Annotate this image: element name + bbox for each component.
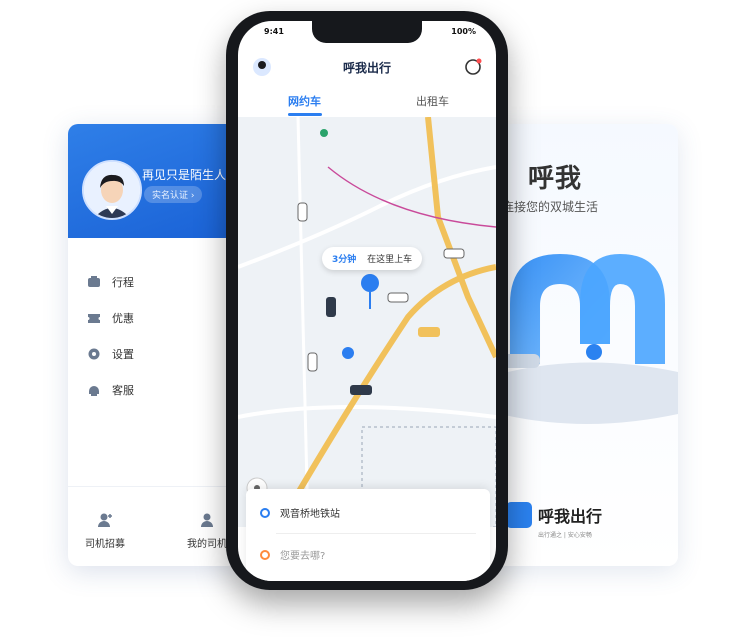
menu-item-label: 客服 <box>112 384 134 397</box>
brand-logo-icon <box>506 502 532 528</box>
phone-notch <box>312 21 422 43</box>
map-canvas <box>238 117 496 527</box>
trip-icon <box>88 276 100 287</box>
splash-subtitle: 连接您的双城生活 <box>502 200 599 214</box>
menu-item-support[interactable]: 客服 <box>86 372 134 408</box>
driver-recruit-label: 司机招募 <box>85 539 125 550</box>
message-icon[interactable] <box>464 58 482 76</box>
brand-name: 呼我出行 <box>538 507 603 526</box>
eta-label: 3分钟 <box>332 255 357 265</box>
my-driver-label: 我的司机 <box>187 539 227 550</box>
destination-dot-icon <box>260 549 270 560</box>
app-title: 呼我出行 <box>342 61 391 75</box>
pickup-location: 观音桥地铁站 <box>280 509 340 520</box>
menu-item-coupons[interactable]: 优惠 <box>86 300 134 336</box>
pickup-hint: 在这里上车 <box>367 255 413 265</box>
avatar-illustration <box>84 162 140 218</box>
avatar[interactable] <box>82 160 142 220</box>
phone-screen: 9:41 100% 呼我出行 网约车 出租车 3分钟 在这里上车 观音桥地铁站 … <box>238 21 496 581</box>
drawer-menu: 行程 优惠 设置 客服 <box>86 264 134 408</box>
menu-item-label: 设置 <box>112 348 134 361</box>
menu-item-settings[interactable]: 设置 <box>86 336 134 372</box>
pickup-pin-icon <box>361 274 379 292</box>
pickup-bubble[interactable]: 3分钟 在这里上车 <box>322 247 423 270</box>
drawer-bottom-row: 司机招募 我的司机 <box>68 486 238 566</box>
menu-item-trips[interactable]: 行程 <box>86 264 134 300</box>
pickup-location-row[interactable]: 观音桥地铁站 <box>260 505 340 520</box>
gear-icon <box>88 348 100 360</box>
brand-u-illustration <box>500 254 678 424</box>
verify-badge[interactable]: 实名认证 › <box>144 186 203 203</box>
menu-item-label: 优惠 <box>112 312 134 325</box>
map-view[interactable]: 3分钟 在这里上车 <box>238 117 496 527</box>
destination-sheet: 观音桥地铁站 您要去哪? <box>246 489 490 581</box>
add-user-icon <box>98 513 112 527</box>
driver-recruit-button[interactable]: 司机招募 <box>70 511 140 550</box>
coupon-icon <box>88 314 100 323</box>
status-battery: 100% <box>451 27 476 36</box>
service-tabs: 网约车 出租车 <box>238 87 496 118</box>
user-icon <box>201 513 213 527</box>
pickup-dot-icon <box>260 507 270 518</box>
tab-ride-hailing[interactable]: 网约车 <box>288 93 321 109</box>
profile-drawer-card: 再见只是陌生人 实名认证 › 行程 优惠 设置 客服 司机招募 我的司机 <box>68 124 238 566</box>
brand-logo: 呼我出行 出行通之 | 安心安畅 <box>506 502 603 539</box>
splash-title: 呼我 <box>528 164 583 194</box>
sheet-divider <box>276 533 476 534</box>
brand-splash-card: 呼我 连接您的双城生活 呼我出行 出行通之 | 安心安畅 <box>490 124 678 566</box>
phone-frame: 9:41 100% 呼我出行 网约车 出租车 3分钟 在这里上车 观音桥地铁站 … <box>226 11 508 590</box>
location-pin-icon <box>586 344 602 360</box>
customer-service-icon <box>89 386 99 396</box>
active-tab-underline <box>288 113 322 116</box>
my-location-dot <box>342 347 354 359</box>
status-time: 9:41 <box>264 27 284 36</box>
promo-stage: 再见只是陌生人 实名认证 › 行程 优惠 设置 客服 司机招募 我的司机 呼我 … <box>0 0 739 641</box>
menu-item-label: 行程 <box>112 276 134 289</box>
destination-placeholder: 您要去哪? <box>280 551 326 562</box>
brand-tagline: 出行通之 | 安心安畅 <box>538 532 592 539</box>
destination-input[interactable]: 您要去哪? <box>260 547 325 562</box>
app-header: 呼我出行 <box>238 47 496 87</box>
user-name: 再见只是陌生人 <box>142 168 227 182</box>
tab-taxi[interactable]: 出租车 <box>416 93 449 109</box>
